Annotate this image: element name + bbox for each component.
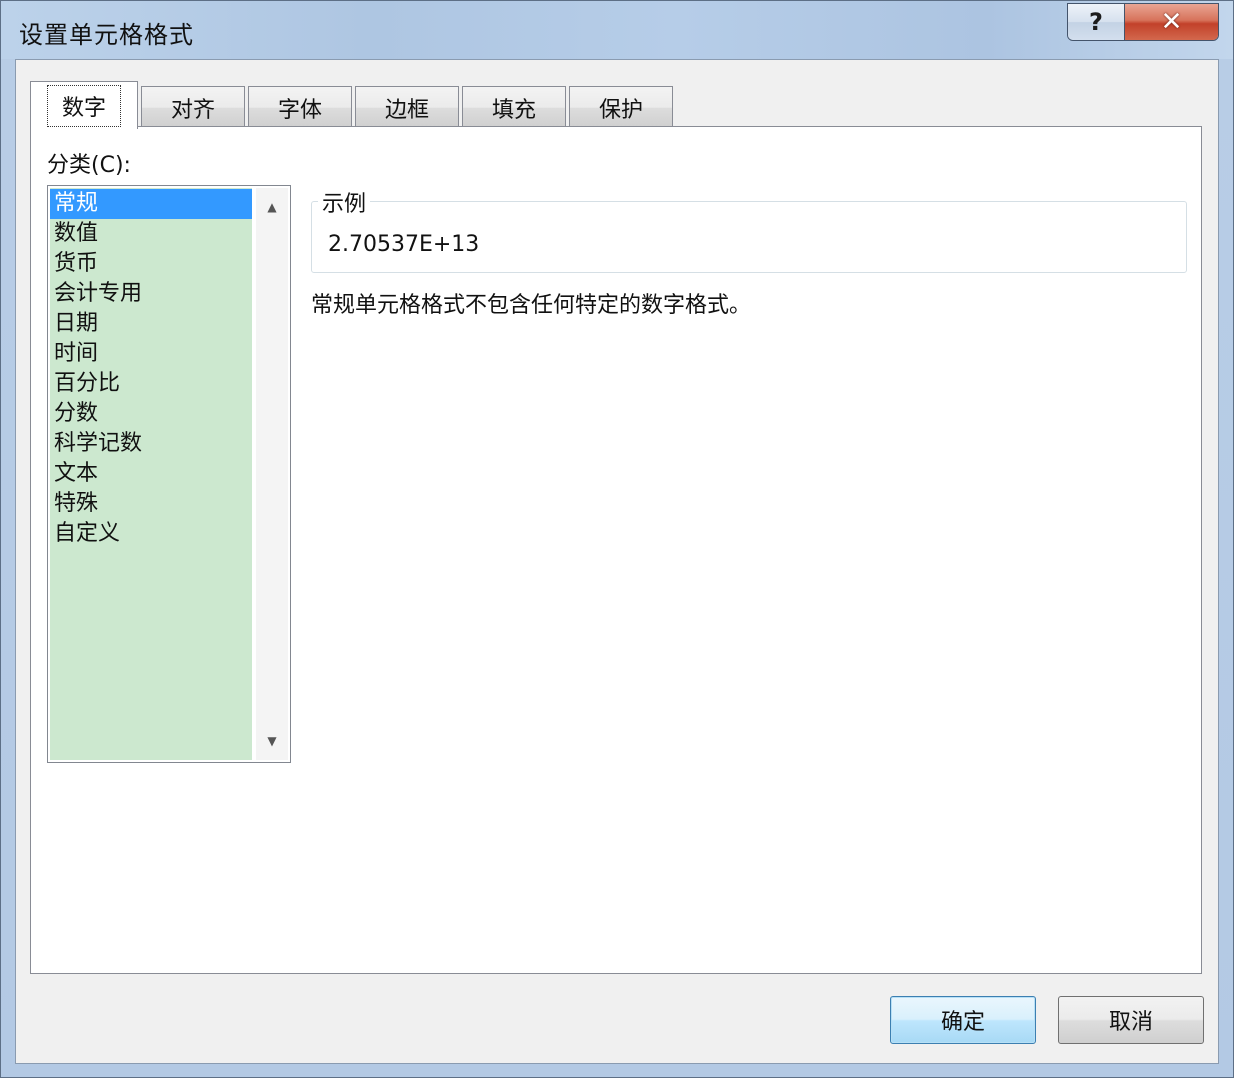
scroll-up-arrow-icon[interactable]: ▲: [256, 192, 288, 222]
tab-alignment[interactable]: 对齐: [141, 86, 245, 128]
tab-label: 保护: [598, 97, 643, 123]
tab-label: 填充: [491, 97, 536, 123]
tab-label: 边框: [384, 97, 429, 123]
list-item-scientific[interactable]: 科学记数: [50, 429, 252, 459]
sample-value: 2.70537E+13: [328, 232, 480, 257]
help-button[interactable]: ?: [1068, 4, 1125, 40]
format-cells-dialog: 设置单元格格式 ? ✕ 数字 对齐 字体 边框 填充 保护 分类(C): 常规 …: [0, 0, 1234, 1078]
list-scrollbar[interactable]: ▲ ▼: [256, 188, 288, 760]
list-item-currency[interactable]: 货币: [50, 249, 252, 279]
title-bar[interactable]: 设置单元格格式 ? ✕: [1, 1, 1233, 59]
tab-border[interactable]: 边框: [355, 86, 459, 128]
list-item-number[interactable]: 数值: [50, 219, 252, 249]
tab-label: 对齐: [170, 97, 215, 123]
category-label: 分类(C):: [47, 153, 131, 178]
category-listbox[interactable]: 常规 数值 货币 会计专用 日期 时间 百分比 分数 科学记数 文本 特殊 自定…: [47, 185, 291, 763]
ok-button[interactable]: 确定: [890, 996, 1036, 1044]
scroll-down-arrow-icon[interactable]: ▼: [256, 726, 288, 756]
sample-legend: 示例: [318, 186, 371, 218]
cancel-button[interactable]: 取消: [1058, 996, 1204, 1044]
tab-protection[interactable]: 保护: [569, 86, 673, 128]
category-list: 常规 数值 货币 会计专用 日期 时间 百分比 分数 科学记数 文本 特殊 自定…: [50, 188, 252, 760]
list-item-percentage[interactable]: 百分比: [50, 369, 252, 399]
number-tab-panel: 分类(C): 常规 数值 货币 会计专用 日期 时间 百分比 分数 科学记数 文…: [30, 126, 1202, 974]
help-icon: ?: [1089, 8, 1103, 36]
list-item-general[interactable]: 常规: [50, 189, 252, 219]
list-item-accounting[interactable]: 会计专用: [50, 279, 252, 309]
list-item-text[interactable]: 文本: [50, 459, 252, 489]
list-item-date[interactable]: 日期: [50, 309, 252, 339]
sample-group: 示例 2.70537E+13: [311, 186, 1187, 273]
format-description: 常规单元格格式不包含任何特定的数字格式。: [311, 293, 752, 318]
tab-number[interactable]: 数字: [30, 81, 138, 129]
close-icon: ✕: [1160, 7, 1183, 37]
list-item-fraction[interactable]: 分数: [50, 399, 252, 429]
window-title: 设置单元格格式: [19, 21, 194, 49]
tab-strip: 数字 对齐 字体 边框 填充 保护: [30, 80, 676, 129]
list-item-special[interactable]: 特殊: [50, 489, 252, 519]
title-buttons: ? ✕: [1067, 3, 1219, 41]
tab-label: 数字: [46, 84, 121, 127]
list-item-time[interactable]: 时间: [50, 339, 252, 369]
tab-label: 字体: [277, 97, 322, 123]
dialog-client-area: 数字 对齐 字体 边框 填充 保护 分类(C): 常规 数值 货币 会计专用 日…: [15, 59, 1219, 1064]
close-button[interactable]: ✕: [1125, 4, 1218, 40]
list-item-custom[interactable]: 自定义: [50, 519, 252, 549]
tab-font[interactable]: 字体: [248, 86, 352, 128]
tab-fill[interactable]: 填充: [462, 86, 566, 128]
